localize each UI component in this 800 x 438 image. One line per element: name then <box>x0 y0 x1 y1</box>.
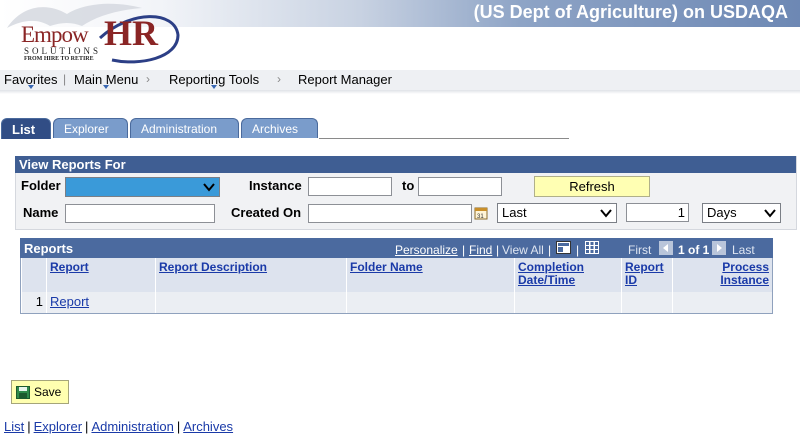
created-on-input[interactable] <box>308 204 472 223</box>
chevron-down-icon <box>600 209 612 218</box>
logo-word-hr: HR <box>104 13 158 53</box>
sort-process-instance-link[interactable]: Process Instance <box>720 260 769 287</box>
report-cell: Report <box>46 292 155 313</box>
name-label: Name <box>23 205 59 220</box>
nav-main-menu[interactable]: Main Menu <box>74 72 138 89</box>
folder-label: Folder <box>21 178 61 193</box>
column-report: Report <box>46 258 155 292</box>
grid-separator: | <box>548 243 552 257</box>
nav-favorites[interactable]: Favorites <box>4 72 57 89</box>
page-range: 1 of 1 <box>678 243 710 257</box>
row-number-header <box>21 258 46 292</box>
chevron-right-icon: › <box>277 72 281 86</box>
footer-link-administration[interactable]: Administration <box>91 419 173 434</box>
view-all-link[interactable]: View All <box>502 243 544 257</box>
reports-grid-title: Reports <box>24 241 74 256</box>
instance-label: Instance <box>249 178 302 193</box>
footer-link-explorer[interactable]: Explorer <box>34 419 82 434</box>
column-report-id: Report ID <box>621 258 672 292</box>
sort-report-description-link[interactable]: Report Description <box>159 260 267 274</box>
first-label: First <box>628 243 652 257</box>
period-select-value: Last <box>502 205 527 220</box>
report-id-cell <box>621 292 672 313</box>
download-grid-icon[interactable] <box>585 241 599 254</box>
report-link[interactable]: Report <box>50 294 89 309</box>
tab-underline <box>319 138 569 139</box>
column-process-instance: Process Instance <box>672 258 772 292</box>
calendar-icon[interactable]: 31 <box>474 206 488 220</box>
last-label: Last <box>732 243 755 257</box>
page-header: (US Dept of Agriculture) on USDAQA Empow… <box>0 0 800 70</box>
to-label: to <box>402 178 415 193</box>
chevron-right-icon: › <box>146 72 150 86</box>
unit-select-value: Days <box>707 205 737 220</box>
nav-reporting-tools[interactable]: Reporting Tools <box>169 72 259 89</box>
instance-to-input[interactable] <box>418 177 502 196</box>
footer-separator: | <box>27 419 31 434</box>
footer-link-list[interactable]: List <box>4 419 24 434</box>
created-on-label: Created On <box>231 205 302 220</box>
save-button[interactable]: Save <box>11 380 69 404</box>
completion-cell <box>514 292 621 313</box>
empowhr-logo: Empow HR SOLUTIONS FROM HIRE TO RETIRE <box>0 0 200 70</box>
tab-administration[interactable]: Administration <box>130 118 239 138</box>
logo-word-empow: Empow <box>21 22 89 47</box>
floppy-disk-icon <box>16 386 30 399</box>
tab-list[interactable]: List <box>1 118 51 139</box>
breadcrumb-nav: Favorites | Main Menu › Reporting Tools … <box>0 70 800 90</box>
row-number: 1 <box>21 292 46 313</box>
logo-solutions: SOLUTIONS <box>24 46 102 56</box>
footer-links: List | Explorer | Administration | Archives <box>4 419 233 434</box>
instance-cell <box>672 292 772 313</box>
dropdown-arrow-icon <box>27 85 34 89</box>
personalize-link[interactable]: Personalize <box>395 243 458 257</box>
unit-select[interactable]: Days <box>702 203 781 223</box>
name-input[interactable] <box>65 204 215 223</box>
save-label: Save <box>34 385 62 399</box>
sort-report-link[interactable]: Report <box>50 260 89 274</box>
column-completion: Completion Date/Time <box>514 258 621 292</box>
dropdown-arrow-icon <box>103 85 110 89</box>
sort-report-id-link[interactable]: Report ID <box>625 260 664 287</box>
next-arrow-icon[interactable] <box>712 241 726 255</box>
nav-separator: | <box>63 72 67 86</box>
folder-cell <box>346 292 514 313</box>
footer-separator: | <box>176 419 181 434</box>
grid-separator: | <box>576 243 580 257</box>
previous-arrow-icon[interactable] <box>659 241 673 255</box>
grid-separator: | <box>496 243 500 257</box>
view-reports-header: View Reports For <box>15 156 796 173</box>
chevron-down-icon <box>764 209 776 218</box>
sort-completion-link[interactable]: Completion Date/Time <box>518 260 584 287</box>
tab-explorer[interactable]: Explorer <box>53 118 128 138</box>
tab-archives[interactable]: Archives <box>241 118 318 138</box>
footer-separator: | <box>85 419 89 434</box>
column-folder-name: Folder Name <box>346 258 514 292</box>
zoom-icon[interactable] <box>556 241 571 254</box>
find-link[interactable]: Find <box>469 243 492 257</box>
folder-select[interactable] <box>65 177 220 197</box>
period-value-input[interactable] <box>626 203 689 222</box>
refresh-button[interactable]: Refresh <box>534 176 650 197</box>
sort-folder-name-link[interactable]: Folder Name <box>350 260 423 274</box>
nav-report-manager[interactable]: Report Manager <box>298 72 392 87</box>
nav-shadow <box>0 90 800 94</box>
grid-separator: | <box>462 243 466 257</box>
footer-link-archives[interactable]: Archives <box>183 419 233 434</box>
instance-from-input[interactable] <box>308 177 392 196</box>
system-title: (US Dept of Agriculture) on USDAQA <box>473 2 788 22</box>
dropdown-arrow-icon <box>211 85 218 89</box>
svg-text:31: 31 <box>477 214 484 220</box>
column-report-description: Report Description <box>155 258 346 292</box>
logo-tagline: FROM HIRE TO RETIRE <box>24 56 94 62</box>
period-select[interactable]: Last <box>497 203 617 223</box>
chevron-down-icon <box>203 183 215 192</box>
description-cell <box>155 292 346 313</box>
